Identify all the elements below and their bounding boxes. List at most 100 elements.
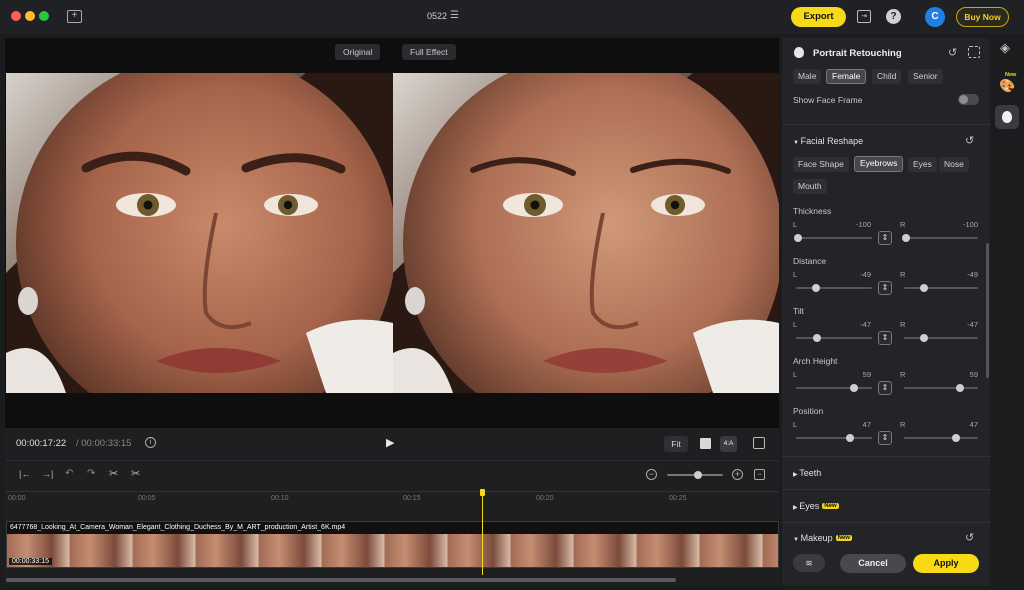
fit-button[interactable]: Fit [664,436,688,452]
split-view-button[interactable]: 4:A [720,436,737,452]
layers-button[interactable]: ≋ [793,554,825,572]
gender-male[interactable]: Male [793,69,822,84]
project-list-icon[interactable]: ☰ [450,10,459,21]
left-knob[interactable] [812,284,821,292]
ruler [5,491,779,492]
left-knob[interactable] [794,234,802,242]
link-icon[interactable]: ⇕ [878,431,892,445]
zoom-slider-knob[interactable] [694,471,702,479]
panel-scrollbar[interactable] [986,243,989,378]
gender-child[interactable]: Child [872,69,902,84]
timeline-scrollbar[interactable] [6,578,676,582]
left-knob[interactable] [812,334,821,342]
split-cut-icon[interactable]: ✂ [131,467,140,480]
slider-label: Thickness [793,206,832,216]
single-view-icon[interactable] [700,438,711,449]
right-value: -100 [962,220,978,229]
tab-face-shape[interactable]: Face Shape [793,157,849,172]
play-icon[interactable]: ▶ [386,436,394,449]
fit-timeline-icon[interactable]: ↔ [754,469,765,480]
tab-eyes[interactable]: Eyes [908,157,937,172]
facial-reshape-header[interactable]: ▼ Facial Reshape [793,136,863,146]
link-icon[interactable]: ⇕ [878,231,892,245]
divider [782,522,990,523]
info-icon[interactable]: i [145,437,156,448]
new-badge: New [822,503,839,509]
portrait-panel: Portrait Retouching ↺ Male Female Child … [782,38,990,586]
face-icon [794,47,804,58]
link-icon[interactable]: ⇕ [878,331,892,345]
minimize-window-button[interactable] [25,11,35,21]
right-knob[interactable] [919,284,928,292]
reset-reshape-icon[interactable]: ↺ [965,134,974,147]
left-track[interactable] [796,337,872,339]
right-track[interactable] [904,387,978,389]
eyes-label: Eyes [799,501,820,511]
gender-female[interactable]: Female [826,69,867,84]
left-label: L [793,370,798,379]
gender-senior[interactable]: Senior [908,69,943,84]
right-track[interactable] [904,337,978,339]
buy-now-button[interactable]: Buy Now [956,7,1009,27]
video-clip[interactable]: 6477768_Looking_At_Camera_Woman_Elegant_… [6,521,779,568]
left-track[interactable] [796,237,872,239]
right-knob[interactable] [902,234,910,242]
divider [782,124,990,125]
tab-mouth[interactable]: Mouth [793,179,827,194]
left-track[interactable] [796,437,872,439]
slider-arch-height: Arch Height L 59 R 59 ⇕ [782,356,990,406]
face-detect-icon[interactable] [968,46,980,58]
zoom-out-icon[interactable]: − [646,469,657,480]
makeup-header[interactable]: ▼ Makeup New [793,533,852,543]
left-knob[interactable] [850,384,858,392]
slider-label: Tilt [793,306,805,316]
side-rail: ◈ New 🎨 [992,34,1024,590]
tab-nose[interactable]: Nose [939,157,969,172]
left-track[interactable] [796,387,872,389]
project-title: 0522 [427,11,448,21]
close-window-button[interactable] [11,11,21,21]
compare-view-icon[interactable] [753,437,765,449]
palette-icon[interactable]: 🎨 [999,78,1015,94]
right-track[interactable] [904,287,978,289]
timeline: |← →| ↶ ↷ ✂ ✂ − + ↔ 00:00 00:05 00:10 00… [5,460,779,586]
new-project-icon[interactable]: + [67,10,82,23]
right-value: -49 [967,270,978,279]
left-value: -100 [855,220,871,229]
right-knob[interactable] [956,384,965,392]
slider-position: Position L 47 R 47 ⇕ [782,406,990,456]
cancel-button[interactable]: Cancel [840,554,906,573]
teeth-header[interactable]: ▶ Teeth [793,468,821,478]
undo-icon[interactable]: ↶ [65,468,73,479]
export-queue-icon[interactable]: ⇥ [857,10,871,23]
export-button[interactable]: Export [791,7,846,27]
help-icon[interactable]: ? [886,9,901,24]
link-icon[interactable]: ⇕ [878,381,892,395]
cut-icon[interactable]: ✂ [109,467,118,480]
right-track[interactable] [904,237,978,239]
reset-makeup-icon[interactable]: ↺ [965,531,974,544]
zoom-in-icon[interactable]: + [732,469,743,480]
trim-start-icon[interactable]: |← [19,469,30,479]
apply-button[interactable]: Apply [913,554,979,573]
right-knob[interactable] [952,434,961,442]
link-icon[interactable]: ⇕ [878,281,892,295]
left-label: L [793,220,798,229]
right-knob[interactable] [920,334,929,342]
tab-eyebrows[interactable]: Eyebrows [854,156,904,172]
right-label: R [900,220,906,229]
avatar[interactable]: C [925,7,945,27]
layers-icon[interactable]: ◈ [1000,40,1010,56]
reset-icon[interactable]: ↺ [948,46,957,59]
trim-end-icon[interactable]: →| [42,469,53,479]
right-track[interactable] [904,437,978,439]
redo-icon[interactable]: ↷ [87,468,95,479]
preview-area: Original Full Effect [5,38,779,428]
zoom-window-button[interactable] [39,11,49,21]
portrait-tool-button[interactable] [995,105,1019,129]
left-knob[interactable] [845,434,854,442]
tick-label: 00:25 [669,495,687,502]
show-face-frame-toggle[interactable] [958,94,979,105]
eyes-header[interactable]: ▶ Eyes New [793,501,839,511]
left-track[interactable] [796,287,872,289]
